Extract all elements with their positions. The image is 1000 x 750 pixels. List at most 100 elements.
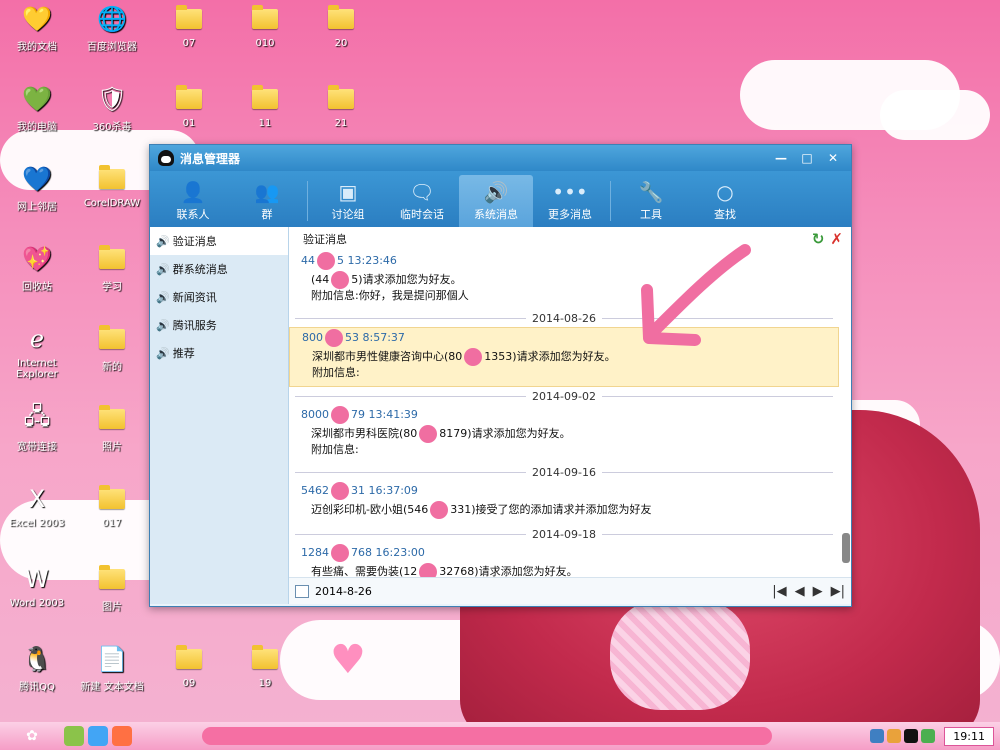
tab-temp-chat[interactable]: 🗨 临时会话 (385, 175, 459, 227)
start-button[interactable]: ✿ (2, 724, 62, 748)
tab-more[interactable]: ••• 更多消息 (533, 175, 607, 227)
sidebar-item[interactable]: 🔊 群系统消息 (150, 255, 288, 283)
scrollbar[interactable] (841, 257, 851, 574)
sidebar-item[interactable]: 🔊 推荐 (150, 339, 288, 367)
quick-launch-icon[interactable] (64, 726, 84, 746)
desktop-icon-label: 图片 (102, 602, 122, 613)
speaker-icon: 🔊 (156, 262, 170, 276)
sidebar-item[interactable]: 🔊 腾讯服务 (150, 311, 288, 339)
tab-contact[interactable]: 👤 联系人 (156, 175, 230, 227)
desktop-icon[interactable]: 💖 回收站 (0, 244, 74, 293)
desktop-icon[interactable]: 19 (228, 644, 302, 689)
message-entry[interactable]: 8000 79 13:41:39 深圳都市男科医院(80 8179)请求添加您为好友。… (289, 405, 839, 463)
sidebar-item-label: 推荐 (172, 347, 195, 360)
desktop-icon[interactable]: 01 (152, 84, 226, 129)
desktop-icon[interactable]: 20 (304, 4, 378, 49)
desktop-icon[interactable]: 🌐 百度浏览器 (75, 4, 149, 53)
desktop-icon[interactable]: 010 (228, 4, 302, 49)
desktop-icon-label: 19 (258, 678, 272, 689)
tab-speaker[interactable]: 🔊 系统消息 (459, 175, 533, 227)
refresh-icon[interactable]: ↻ (812, 230, 825, 248)
message-text: 迈创彩印机-欧小姐(546 (311, 503, 429, 516)
quick-launch-icon[interactable] (112, 726, 132, 746)
message-entry[interactable]: 1284 768 16:23:00 有些痛、需要伪装(12 32768)请求添加您为好… (289, 543, 839, 578)
toolbar-separator (307, 181, 308, 221)
clock[interactable]: 19:11 (944, 726, 994, 746)
message-entry[interactable]: 5462 31 16:37:09 迈创彩印机-欧小姐(546 331)接受了您的添加请… (289, 481, 839, 525)
tab-label: 临时会话 (400, 208, 444, 221)
cloud-decoration (880, 90, 990, 140)
sidebar-item[interactable]: 🔊 验证消息 (150, 227, 288, 255)
delete-icon[interactable]: ✗ (830, 230, 843, 248)
message-text: 深圳都市男性健康咨询中心(80 (312, 350, 463, 363)
desktop-icon[interactable]: 📄 新建 文本文档 (75, 644, 149, 693)
tray-icon[interactable] (921, 729, 936, 743)
message-entry[interactable]: 44 5 13:23:46 (44 5)请求添加您为好友。 附加信息:你好，我是提问那個… (289, 251, 839, 309)
tab-discussion[interactable]: ▣ 讨论组 (311, 175, 385, 227)
desktop-icon-label: Internet Explorer (16, 358, 58, 380)
message-sender[interactable]: 8000 79 13:41:39 (301, 405, 829, 425)
next-page-button[interactable]: ▶ (813, 584, 823, 599)
folder-icon (248, 4, 282, 34)
first-page-button[interactable]: |◀ (772, 584, 786, 599)
last-page-button[interactable]: ▶| (831, 584, 845, 599)
message-sender[interactable]: 5462 31 16:37:09 (301, 481, 829, 501)
redaction-mark (331, 482, 349, 500)
app-icon: ℯ (29, 325, 45, 353)
maximize-button[interactable]: □ (795, 149, 819, 167)
desktop-icon[interactable]: 图片 (75, 564, 149, 613)
taskbar-window-strip[interactable] (202, 727, 772, 745)
calendar-icon[interactable] (295, 584, 309, 598)
desktop-icon[interactable]: 学习 (75, 244, 149, 293)
desktop-icon[interactable]: 照片 (75, 404, 149, 453)
desktop-icon[interactable]: 07 (152, 4, 226, 49)
tray-icon[interactable] (904, 729, 919, 743)
folder-icon (95, 484, 129, 514)
tab-wrench[interactable]: 🔧 工具 (614, 175, 688, 227)
desktop-icon[interactable]: 💚 我的电脑 (0, 84, 74, 133)
tab-label: 系统消息 (474, 208, 518, 221)
desktop-icon[interactable]: ℯ Internet Explorer (0, 324, 74, 380)
desktop-icon[interactable]: X Excel 2003 (0, 484, 74, 529)
desktop-icon[interactable]: 21 (304, 84, 378, 129)
tray-icon[interactable] (887, 729, 902, 743)
tab-group[interactable]: 👥 群 (230, 175, 304, 227)
desktop-icon[interactable]: 017 (75, 484, 149, 529)
redaction-mark (419, 563, 438, 578)
desktop-icon-label: 我的文档 (17, 42, 57, 53)
app-icon: W (25, 565, 49, 593)
desktop-icon-label: Word 2003 (9, 598, 65, 609)
desktop-icon[interactable]: 11 (228, 84, 302, 129)
desktop-icon-label: 11 (258, 118, 272, 129)
desktop-icon[interactable]: CorelDRAW (75, 164, 149, 209)
desktop-icon[interactable]: 🐧 腾讯QQ (0, 644, 74, 693)
tab-label: 群 (261, 208, 273, 221)
sender-id: 800 (302, 331, 323, 344)
desktop-icon[interactable]: 🛡 360杀毒 (75, 84, 149, 133)
speaker-icon: 🔊 (156, 234, 170, 248)
desktop-icon[interactable]: 🖧 宽带连接 (0, 402, 74, 454)
desktop-icon[interactable]: 💛 我的文档 (0, 4, 74, 53)
desktop-icon-label: 宽带连接 (17, 442, 57, 453)
date-divider: 2014-09-16 (289, 463, 839, 481)
prev-page-button[interactable]: ◀ (795, 584, 805, 599)
scrollbar-thumb[interactable] (842, 533, 850, 563)
tab-search[interactable]: ○ 查找 (688, 175, 762, 227)
message-entry[interactable]: 800 53 8:57:37 深圳都市男性健康咨询中心(80 1353)请求添加您为好… (289, 327, 839, 387)
sidebar-item[interactable]: 🔊 新闻资讯 (150, 283, 288, 311)
desktop-icon[interactable]: W Word 2003 (0, 564, 74, 609)
extra-info-text: 附加信息:你好，我是提问那個人 (311, 289, 469, 302)
message-sender[interactable]: 1284 768 16:23:00 (301, 543, 829, 563)
quick-launch-icon[interactable] (88, 726, 108, 746)
close-button[interactable]: ✕ (821, 149, 845, 167)
sidebar-item-label: 验证消息 (172, 235, 217, 248)
minimize-button[interactable]: — (769, 149, 793, 167)
desktop-icon[interactable]: 💙 网上邻居 (0, 164, 74, 213)
tab-label: 工具 (640, 208, 662, 221)
group-icon: 👥 (254, 180, 280, 204)
tray-icon[interactable] (870, 729, 885, 743)
desktop-icon[interactable]: 09 (152, 644, 226, 689)
desktop-icon[interactable]: 新的 (75, 324, 149, 373)
date-divider: 2014-08-26 (289, 309, 839, 327)
title-bar[interactable]: 消息管理器 — □ ✕ (150, 145, 851, 171)
